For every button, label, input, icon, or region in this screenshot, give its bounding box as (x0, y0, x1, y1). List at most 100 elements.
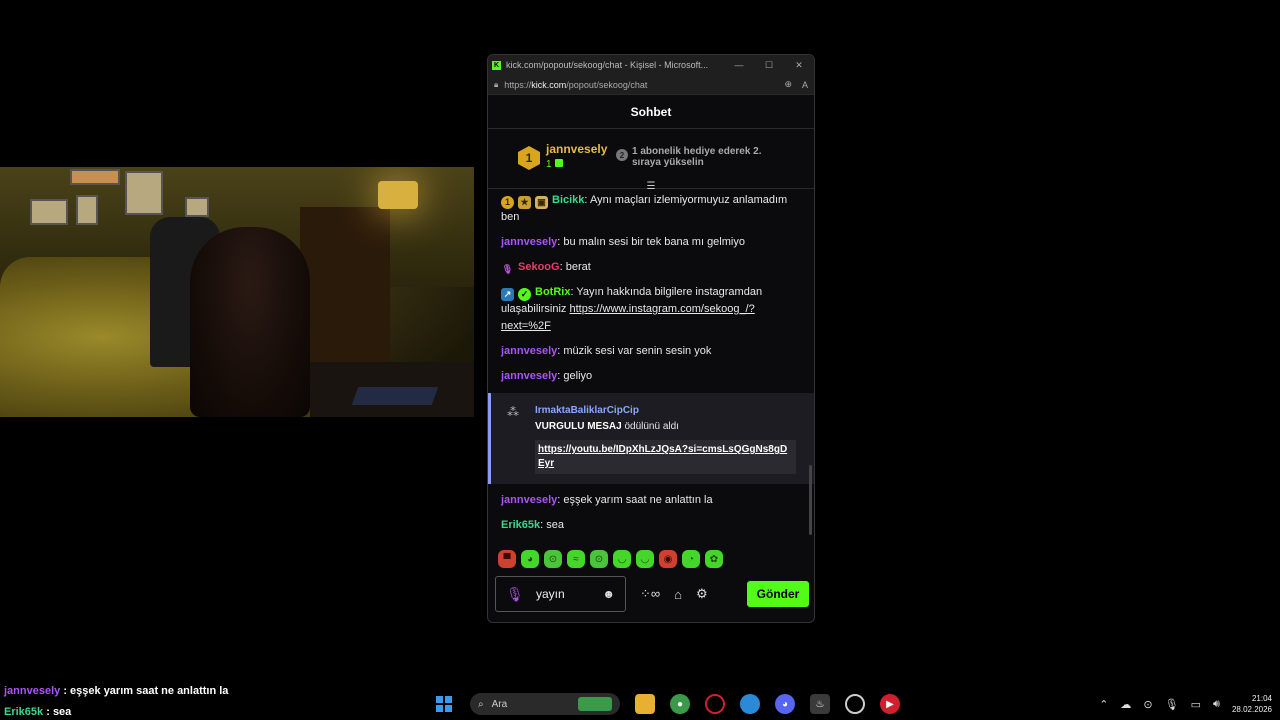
chat-input[interactable]: 🎙︎ yayın ☻ (495, 576, 626, 612)
rank-badge-icon: 1 (518, 146, 540, 170)
url-prefix: https:// (504, 79, 532, 90)
steam-icon[interactable]: ♨ (810, 694, 830, 714)
zoom-icon[interactable]: ⊕ (784, 79, 792, 90)
message-username[interactable]: Bicikk (552, 194, 584, 206)
file-explorer-icon[interactable] (635, 694, 655, 714)
highlight-link[interactable]: https://youtu.be/IDpXhLzJQsA?si=cmsLsQGg… (535, 440, 796, 474)
opera-gx-icon[interactable] (705, 694, 725, 714)
emote-icon[interactable]: ▀ (498, 550, 516, 568)
emote-icon[interactable]: ◡ (636, 550, 654, 568)
chat-message: 1 ★ ▣ Bicikk: Aynı maçları izlemiyormuyuz a… (501, 192, 801, 226)
emote-icon[interactable]: ◉ (659, 550, 677, 568)
maximize-icon[interactable]: ☐ (754, 60, 784, 71)
expand-leaderboard-icon[interactable]: ☰ (645, 182, 657, 192)
mic-icon: 🎙︎ (506, 585, 524, 602)
system-tray: ⌃ ☁ ⊙ 🎙︎ ▭ 🔊︎ 21:04 28.02.2026 (1099, 688, 1272, 720)
emoji-picker-icon[interactable]: ☻ (602, 587, 615, 601)
highlight-username[interactable]: IrmaktaBaliklarCipCip (535, 403, 796, 418)
volume-icon[interactable]: 🔊︎ (1213, 698, 1220, 711)
url-path: /popout/sekoog/chat (566, 79, 648, 90)
chat-scrollbar[interactable] (809, 465, 812, 535)
kick-logo-icon: K (492, 60, 501, 70)
quick-emote-bar: ▀ ◕ ⊙ ≈ ⊙ ◡ ◡ ◉ ◔ ✿ (498, 550, 723, 570)
chat-message: ↗ ✓ BotRix: Yayın hakkında bilgilere insta… (501, 284, 801, 335)
top-gifter-panel: 1 jannvesely 1 2 1 abonelik hediye edere… (488, 129, 814, 192)
chat-message: jannvesely: müzik sesi var senin sesin y… (501, 343, 801, 360)
webcam-wall-frame (76, 195, 98, 225)
emote-icon[interactable]: ◕ (521, 550, 539, 568)
chrome-icon[interactable]: ● (670, 694, 690, 714)
search-placeholder: Ara (491, 698, 508, 710)
window-titlebar[interactable]: K kick.com/popout/sekoog/chat - Kişisel … (488, 55, 814, 75)
emote-icon[interactable]: ✿ (705, 550, 723, 568)
taskbar: ⌕ Ara ● ◕ ♨ ▶ ⌃ ☁ ⊙ 🎙︎ ▭ 🔊︎ 21:04 28.02.… (0, 688, 1280, 720)
webcam-lamp (378, 181, 418, 209)
clock-date: 28.02.2026 (1231, 705, 1272, 714)
network-icon[interactable]: ▭ (1191, 698, 1201, 711)
message-text: berat (565, 261, 591, 273)
emote-icon[interactable]: ⊙ (590, 550, 608, 568)
gear-icon[interactable]: ⚙ (696, 586, 708, 602)
message-text: eşşek yarım saat ne anlattın la (563, 494, 713, 506)
clock[interactable]: 21:04 28.02.2026 (1232, 693, 1272, 715)
webcam-keyboard (351, 387, 439, 405)
top-gifter-count: 1 (546, 159, 563, 170)
message-username[interactable]: jannvesely (501, 494, 557, 506)
close-icon[interactable]: ✕ (784, 60, 814, 71)
chat-header: Sohbet (488, 95, 814, 129)
clock-time: 21:04 (1251, 694, 1272, 703)
emote-icon[interactable]: ≈ (567, 550, 585, 568)
read-aloud-icon[interactable]: A (802, 80, 808, 90)
discord-icon[interactable]: ◕ (775, 694, 795, 714)
taskbar-apps: ⌕ Ara ● ◕ ♨ ▶ (436, 688, 900, 720)
mic-tray-icon[interactable]: 🎙︎ (1165, 698, 1179, 711)
chat-message: jannvesely: eşşek yarım saat ne anlattın… (501, 492, 801, 509)
reward-text: ödülünü aldı (621, 421, 679, 432)
start-windows-icon[interactable] (436, 696, 452, 712)
emote-icon[interactable]: ⊙ (544, 550, 562, 568)
store-icon[interactable]: ⌂ (674, 587, 682, 602)
chat-input-row: 🎙︎ yayın ☻ ⁘∞ ⌂ ⚙ Gönder (495, 576, 809, 612)
next-rank-text: 1 abonelik hediye ederek 2. sıraya yükse… (632, 146, 762, 168)
channel-points-icon: ⁂ (507, 405, 519, 419)
verified-badge-icon: ✓ (518, 288, 531, 301)
url-text[interactable]: https://kick.com/popout/sekoog/chat (504, 80, 774, 90)
message-username[interactable]: jannvesely (501, 236, 557, 248)
webcam-person (190, 227, 310, 417)
chat-message: 🎙︎ SekooG: berat (501, 259, 801, 276)
obs-icon[interactable] (845, 694, 865, 714)
next-rank-icon: 2 (616, 149, 628, 161)
location-icon[interactable]: ⊙ (1143, 698, 1152, 711)
message-username[interactable]: BotRix (535, 286, 570, 298)
search-highlight-icon (578, 697, 612, 711)
top-gifter-name[interactable]: jannvesely (546, 142, 607, 156)
gift-icon (554, 159, 563, 167)
webcam-wall-frame (70, 169, 120, 185)
broadcaster-mic-icon: 🎙︎ (501, 264, 514, 274)
desktop: K kick.com/popout/sekoog/chat - Kişisel … (0, 0, 1280, 720)
message-username[interactable]: jannvesely (501, 345, 557, 357)
webcam-wall-frame (30, 199, 68, 225)
send-button[interactable]: Gönder (747, 581, 809, 607)
message-username[interactable]: Erik65k (501, 519, 540, 531)
media-player-icon[interactable]: ▶ (880, 694, 900, 714)
message-username[interactable]: SekooG (518, 261, 560, 273)
chat-message: Erik65k: sea (501, 517, 801, 534)
emote-icon[interactable]: ◡ (613, 550, 631, 568)
emote-icon[interactable]: ◔ (682, 550, 700, 568)
chat-messages[interactable]: 1 ★ ▣ Bicikk: Aynı maçları izlemiyormuyuz a… (488, 192, 814, 547)
message-text: geliyo (563, 370, 593, 382)
address-bar[interactable]: 🔒︎ https://kick.com/popout/sekoog/chat ⊕… (488, 75, 814, 95)
minimize-icon[interactable]: — (724, 60, 754, 70)
cloud-icon[interactable]: ☁ (1120, 698, 1131, 711)
edge-icon[interactable] (740, 694, 760, 714)
taskbar-search[interactable]: ⌕ Ara (470, 693, 620, 715)
message-username[interactable]: jannvesely (501, 370, 557, 382)
bot-badge-icon: ↗ (501, 288, 514, 301)
chat-input-value[interactable]: yayın (526, 587, 602, 601)
message-text: sea (546, 519, 565, 531)
webcam-feed (0, 167, 474, 417)
chevron-up-icon[interactable]: ⌃ (1099, 698, 1108, 711)
message-text: müzik sesi var senin sesin yok (563, 345, 712, 357)
channel-points-icon[interactable]: ⁘∞ (640, 586, 660, 602)
